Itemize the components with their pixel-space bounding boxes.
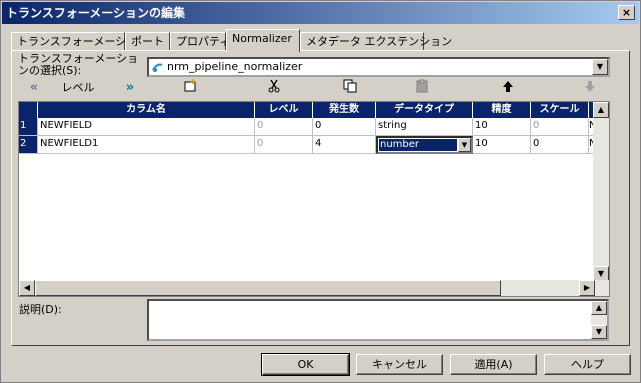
toolbar: « レベル » (22, 79, 612, 99)
scale-cell[interactable]: 0 (531, 136, 589, 154)
column-header-name[interactable]: カラム名 (38, 102, 255, 118)
cut-icon[interactable] (262, 79, 286, 97)
select-transformation-label: トランスフォーメーションの選択(S): (18, 52, 139, 77)
chevron-down-icon[interactable]: ▼ (592, 59, 608, 75)
new-field-icon[interactable] (178, 79, 202, 97)
normalizer-columns-grid: カラム名 レベル 発生数 データタイプ 精度 スケール 1 NEWFIELD 0… (18, 101, 610, 297)
move-up-icon[interactable] (496, 79, 520, 97)
paste-icon[interactable] (410, 79, 434, 97)
column-header-precision[interactable]: 精度 (473, 102, 531, 118)
precision-cell[interactable]: 10 (473, 136, 531, 154)
tab-properties[interactable]: プロパティ (170, 32, 230, 51)
edit-transformation-dialog: トランスフォーメーションの編集 × トランスフォーメーション ポート プロパティ… (0, 0, 641, 383)
scroll-up-icon[interactable]: ▲ (593, 102, 609, 118)
grid-vertical-scrollbar[interactable]: ▲ ▼ (593, 102, 609, 296)
table-row[interactable]: 1 NEWFIELD 0 0 string 10 0 N (19, 118, 609, 136)
scroll-right-icon[interactable]: ▶ (579, 280, 595, 296)
help-button[interactable]: ヘルプ (544, 354, 631, 375)
row-number[interactable]: 1 (19, 118, 38, 136)
datatype-dropdown[interactable]: number ▼ (376, 136, 473, 154)
horizontal-scroll-thumb[interactable] (35, 280, 501, 296)
datatype-cell[interactable]: string (376, 118, 473, 136)
apply-button[interactable]: 適用(A) (450, 354, 537, 375)
title-bar: トランスフォーメーションの編集 × (2, 2, 639, 24)
scale-cell[interactable]: 0 (531, 118, 589, 136)
scroll-up-icon[interactable]: ▲ (591, 301, 607, 315)
chevron-down-icon[interactable]: ▼ (458, 138, 471, 152)
copy-icon[interactable] (338, 79, 362, 97)
move-down-icon[interactable] (578, 79, 602, 97)
tab-metadata-extensions[interactable]: メタデータ エクステンション (300, 32, 452, 51)
cancel-button[interactable]: キャンセル (356, 354, 443, 375)
column-header-level[interactable]: レベル (255, 102, 313, 118)
transformation-select-value: nrm_pipeline_normalizer (167, 60, 303, 73)
occurs-cell[interactable]: 4 (313, 136, 376, 154)
normalizer-tab-panel: トランスフォーメーションの選択(S): nrm_pipeline_normali… (11, 50, 630, 346)
tab-ports[interactable]: ポート (125, 32, 170, 51)
description-field[interactable]: ▲ ▼ (147, 299, 609, 341)
level-label: レベル (61, 81, 95, 94)
datatype-dropdown-value: number (379, 139, 457, 151)
grid-corner-header (19, 102, 38, 118)
column-header-scale[interactable]: スケール (531, 102, 589, 118)
table-row[interactable]: 2 NEWFIELD1 0 4 number ▼ 10 0 N (19, 136, 609, 154)
decrease-level-icon[interactable]: « (22, 79, 46, 97)
level-cell[interactable]: 0 (255, 118, 313, 136)
column-header-occurs[interactable]: 発生数 (313, 102, 376, 118)
increase-level-icon[interactable]: » (118, 79, 142, 97)
scroll-left-icon[interactable]: ◀ (19, 280, 35, 296)
description-scrollbar[interactable]: ▲ ▼ (591, 301, 607, 339)
transformation-select[interactable]: nrm_pipeline_normalizer ▼ (147, 57, 610, 77)
close-button[interactable]: × (618, 5, 635, 20)
grid-horizontal-scrollbar[interactable]: ◀ ▶ (19, 280, 609, 296)
tab-transformation[interactable]: トランスフォーメーション (11, 32, 148, 51)
precision-cell[interactable]: 10 (473, 118, 531, 136)
column-header-datatype[interactable]: データタイプ (376, 102, 473, 118)
description-label: 説明(D): (19, 303, 62, 316)
tab-normalizer[interactable]: Normalizer (226, 29, 300, 52)
column-name-cell[interactable]: NEWFIELD (38, 118, 255, 136)
occurs-cell[interactable]: 0 (313, 118, 376, 136)
scroll-down-icon[interactable]: ▼ (591, 325, 607, 339)
window-title: トランスフォーメーションの編集 (6, 6, 186, 20)
column-name-cell[interactable]: NEWFIELD1 (38, 136, 255, 154)
level-cell[interactable]: 0 (255, 136, 313, 154)
ok-button[interactable]: OK (261, 353, 350, 376)
row-number[interactable]: 2 (19, 136, 38, 154)
normalizer-icon (152, 63, 163, 72)
